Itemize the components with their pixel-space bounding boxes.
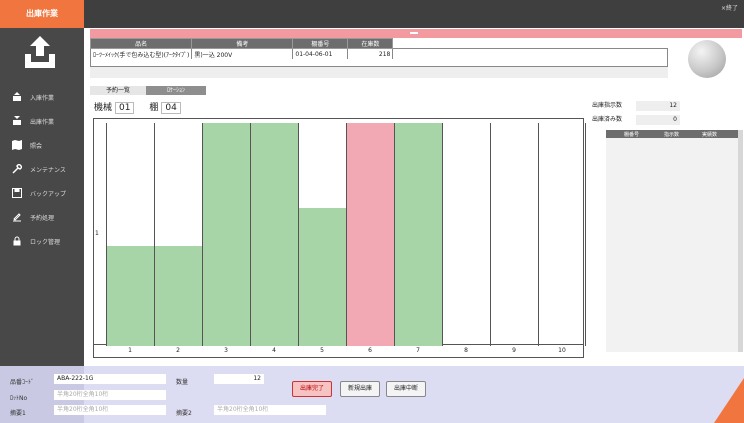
note1-label: 摘要1 xyxy=(10,410,26,417)
shelf-value: 04 xyxy=(161,102,181,114)
window-title: 出庫作業 xyxy=(0,0,84,28)
column-header-name: 品名 xyxy=(89,38,193,49)
wrench-icon xyxy=(12,164,22,174)
rack-slot[interactable] xyxy=(154,123,202,346)
tab-location[interactable]: ﾛｹｰｼｮﾝ xyxy=(146,86,206,95)
rack-slot[interactable] xyxy=(538,123,586,346)
quantity-field[interactable]: 12 xyxy=(214,374,264,384)
location-selector: 機械 01 棚 04 xyxy=(94,100,193,114)
done-count-row: 出庫済み数 0 xyxy=(592,114,740,128)
rack-slot[interactable] xyxy=(490,123,538,346)
slot-fill xyxy=(203,123,250,346)
box-out-icon xyxy=(25,36,55,68)
column-header-stock: 在庫数 xyxy=(347,38,394,49)
scrollbar[interactable] xyxy=(738,130,743,352)
column-header-shelf: 棚番号 xyxy=(292,38,349,49)
sidebar-item-maintenance[interactable]: メンテナンス xyxy=(0,162,84,178)
table-row-empty xyxy=(90,59,668,67)
product-code-label: 品番ｺｰﾄﾞ xyxy=(10,379,35,386)
close-button[interactable]: ×終了 xyxy=(721,3,738,12)
item-info-table: 品名 備考 棚番号 在庫数 ﾛｰﾂｰﾒｲｯｸ(手で包み込む型)(ｱｰｸﾀｲﾌﾟ)… xyxy=(89,38,668,60)
rack-column-label: 2 xyxy=(176,347,180,354)
rack-column-label: 7 xyxy=(416,347,420,354)
sidebar-item-backup[interactable]: バックアップ xyxy=(0,186,84,202)
sidebar: 入庫作業 出庫作業 照会 メンテナンス バックアップ 予約処理 ロック管理 xyxy=(0,28,84,366)
slot-fill xyxy=(395,123,442,346)
rack-grid: 1 2 3 4 5 6 7 8 9 10 xyxy=(93,118,586,358)
item-name-cell: ﾛｰﾂｰﾒｲｯｸ(手で包み込む型)(ｱｰｸﾀｲﾌﾟ) xyxy=(89,48,193,60)
rack-column-label: 9 xyxy=(512,347,516,354)
slot-fill xyxy=(155,245,202,346)
machine-label: 機械 xyxy=(94,103,113,113)
rack-column-label: 1 xyxy=(128,347,132,354)
tab-schedule[interactable]: 予約一覧 xyxy=(90,86,146,95)
column-header-shelf: 棚番号 xyxy=(624,132,640,138)
rack-slot[interactable] xyxy=(394,123,442,346)
quantity-label: 数量 xyxy=(176,379,189,386)
lot-field[interactable]: 半角20桁全角10桁 xyxy=(54,390,166,400)
product-code-field[interactable]: ABA-222-1G xyxy=(54,374,166,384)
lot-label: ﾛｯﾄNo xyxy=(10,395,28,402)
box-in-icon xyxy=(13,92,21,101)
rack-column-label: 5 xyxy=(320,347,324,354)
sidebar-item-inquiry[interactable]: 照会 xyxy=(0,138,84,154)
right-panel: 出庫指示数 12 出庫済み数 0 xyxy=(592,100,740,128)
rack-slot[interactable] xyxy=(298,123,346,346)
info-collapse-bar[interactable] xyxy=(90,29,742,38)
rack-column-label: 6 xyxy=(368,347,372,354)
done-count-value: 0 xyxy=(636,115,680,125)
rack-slot[interactable] xyxy=(106,123,154,346)
interrupt-button[interactable]: 出庫中断 xyxy=(386,381,426,397)
complete-button[interactable]: 出庫完了 xyxy=(292,381,332,397)
rack-slot[interactable] xyxy=(250,123,298,346)
header-strip xyxy=(84,14,744,28)
column-header-actual: 実績数 xyxy=(702,132,718,138)
shipment-table-header: 棚番号 指示数 実績数 xyxy=(606,130,738,138)
sidebar-item-receiving[interactable]: 入庫作業 xyxy=(0,90,84,106)
separator-band xyxy=(90,67,668,78)
lock-icon xyxy=(13,236,21,246)
column-header-instruct: 指示数 xyxy=(664,132,680,138)
slot-fill xyxy=(251,123,298,346)
save-icon xyxy=(12,188,22,198)
corner-decoration xyxy=(714,378,744,423)
item-note-cell: 黒)一込 200V xyxy=(191,48,294,60)
rack-column-label: 3 xyxy=(224,347,228,354)
rack-slot[interactable] xyxy=(202,123,250,346)
note2-label: 摘要2 xyxy=(176,410,192,417)
rack-row-label: 1 xyxy=(95,230,99,237)
box-out-icon xyxy=(13,116,21,125)
note2-field[interactable]: 半角20桁全角10桁 xyxy=(214,405,326,415)
item-stock-cell: 218 xyxy=(347,48,394,60)
sidebar-item-shipping[interactable]: 出庫作業 xyxy=(0,114,84,130)
done-count-label: 出庫済み数 xyxy=(592,116,623,123)
rack-column-label: 10 xyxy=(558,347,566,354)
item-shelf-cell: 01-04-06-01 xyxy=(292,48,349,60)
slot-fill xyxy=(299,207,346,346)
rack-column-label: 8 xyxy=(464,347,468,354)
shipment-list[interactable] xyxy=(606,138,738,352)
instruct-count-row: 出庫指示数 12 xyxy=(592,100,740,114)
new-shipment-button[interactable]: 新規出庫 xyxy=(340,381,380,397)
rack-slot[interactable] xyxy=(346,123,394,346)
map-icon xyxy=(12,140,22,150)
table-row[interactable]: ﾛｰﾂｰﾒｲｯｸ(手で包み込む型)(ｱｰｸﾀｲﾌﾟ) 黒)一込 200V 01-… xyxy=(89,48,668,60)
slot-fill xyxy=(107,245,154,346)
note1-field[interactable]: 半角20桁全角10桁 xyxy=(54,405,166,415)
sidebar-item-lock[interactable]: ロック管理 xyxy=(0,234,84,250)
grip-icon xyxy=(410,32,418,34)
instruct-count-value: 12 xyxy=(636,101,680,111)
instruct-count-label: 出庫指示数 xyxy=(592,102,623,109)
edit-icon xyxy=(13,213,21,222)
rack-column-label: 4 xyxy=(272,347,276,354)
rack-slot[interactable] xyxy=(442,123,490,346)
machine-value: 01 xyxy=(115,102,135,114)
title-bar xyxy=(0,0,744,14)
status-lamp xyxy=(688,40,726,78)
shelf-label: 棚 xyxy=(149,103,159,113)
column-header-note: 備考 xyxy=(191,38,294,49)
sidebar-item-reservation[interactable]: 予約処理 xyxy=(0,210,84,226)
slot-fill xyxy=(347,123,394,346)
